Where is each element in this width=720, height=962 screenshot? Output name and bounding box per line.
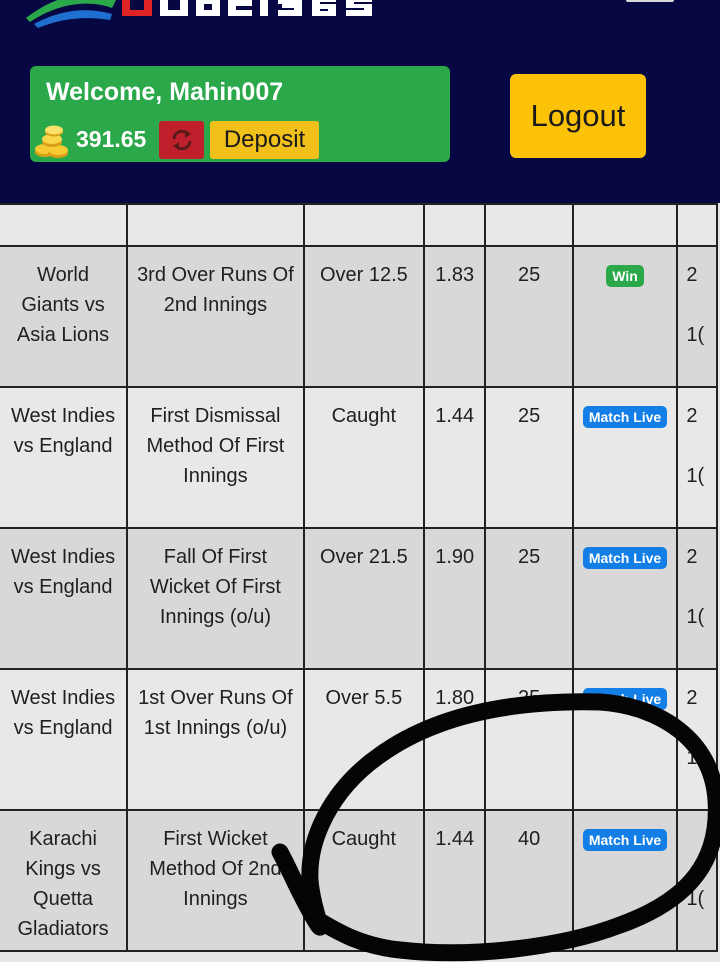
match-cell: West Indies vs England [0,527,129,670]
match-cell: Karachi Kings vs Quetta Gladiators [0,809,129,952]
cell-text: 2 [686,546,698,568]
status-badge: Match Live [582,829,668,851]
selection-cell: Over 21.5 [302,527,425,670]
selection-cell: Over 5.5 [302,668,425,811]
market-cell: First Wicket Method Of 2nd Innings [126,809,305,952]
table-row: West Indies vs England First Dismissal M… [0,386,718,529]
status-cell: Match Live [571,668,679,811]
status-cell: Win [571,245,679,388]
odds-cell: 1.44 [422,809,487,952]
table-cell [126,203,305,247]
site-header: Welcome, Mahin007 391.65 Deposit Logout [0,0,720,203]
menu-icon[interactable] [626,0,674,2]
cell-text: 1( [686,606,705,628]
cell-text: 1( [686,465,705,487]
site-logo[interactable] [20,0,410,30]
table-cell [422,203,487,247]
table-row: World Giants vs Asia Lions 3rd Over Runs… [0,245,718,388]
market-cell: Fall Of First Wicket Of First Innings (o… [126,527,305,670]
table-cell: 2 1( [676,386,718,529]
odds-cell: 1.83 [422,245,487,388]
table-row: West Indies vs England Fall Of First Wic… [0,527,718,670]
selection-cell: Caught [302,386,425,529]
table-cell [484,203,574,247]
cell-text: 2 [686,687,698,709]
table-row: West Indies vs England 1st Over Runs Of … [0,668,718,811]
stake-cell: 25 [484,386,574,529]
cell-text: 1( [686,747,705,769]
stake-cell: 25 [484,527,574,670]
cell-text: 1( [686,324,705,346]
status-cell: Match Live [571,527,679,670]
stake-cell: 25 [484,668,574,811]
table-cell [571,203,679,247]
table-cell [0,203,129,247]
cell-text: 2 [686,405,698,427]
refresh-icon [172,129,191,151]
match-cell: World Giants vs Asia Lions [0,245,129,388]
welcome-message: Welcome, Mahin007 [46,78,284,106]
market-cell: 1st Over Runs Of 1st Innings (o/u) [126,668,305,811]
account-panel: Welcome, Mahin007 391.65 Deposit [30,66,450,162]
stake-cell: 40 [484,809,574,952]
table-row [0,203,718,247]
coins-icon [34,124,70,160]
table-row: Karachi Kings vs Quetta Gladiators First… [0,809,718,952]
table-cell [302,203,425,247]
stake-cell: 25 [484,245,574,388]
deposit-button[interactable]: Deposit [210,121,319,159]
logout-button[interactable]: Logout [510,74,646,158]
selection-cell: Over 12.5 [302,245,425,388]
match-cell: West Indies vs England [0,668,129,811]
table-cell [676,203,718,247]
cell-text: 2 [686,264,698,286]
status-badge: Match Live [582,406,668,428]
market-cell: First Dismissal Method Of First Innings [126,386,305,529]
status-cell: Match Live [571,809,679,952]
odds-cell: 1.80 [422,668,487,811]
odds-cell: 1.44 [422,386,487,529]
logo-graphic [26,0,372,28]
table-cell: 2 1( [676,668,718,811]
odds-cell: 1.90 [422,527,487,670]
balance-amount: 391.65 [76,126,147,152]
market-cell: 3rd Over Runs Of 2nd Innings [126,245,305,388]
table-cell: 2 1( [676,245,718,388]
bet-history-table: World Giants vs Asia Lions 3rd Over Runs… [0,203,720,962]
selection-cell: Caught [302,809,425,952]
status-badge: Match Live [582,547,668,569]
table-cell: 2 1( [676,527,718,670]
refresh-balance-button[interactable] [159,121,204,159]
status-badge: Match Live [582,688,668,710]
cell-text: 1( [686,888,705,910]
table-cell: 1( [676,809,718,952]
match-cell: West Indies vs England [0,386,129,529]
bets-table: World Giants vs Asia Lions 3rd Over Runs… [0,203,718,952]
status-cell: Match Live [571,386,679,529]
status-badge: Win [606,265,644,287]
